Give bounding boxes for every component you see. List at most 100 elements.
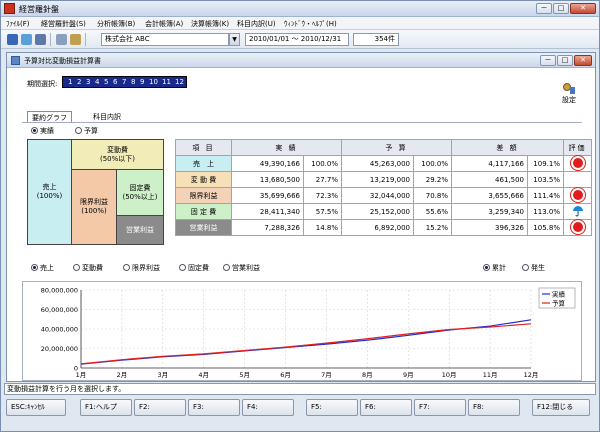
cell-eval: [563, 187, 592, 204]
diagram-operating-label: 営業利益: [126, 225, 154, 234]
cell-eval: [563, 155, 592, 172]
f3-button[interactable]: F3:: [188, 399, 240, 416]
period-month-1[interactable]: 1: [68, 77, 72, 88]
y-tick-label: 20,000,000: [41, 345, 78, 353]
f7-button[interactable]: F7:: [414, 399, 466, 416]
diagram-marginal-label: 限界利益: [80, 198, 108, 206]
table-row[interactable]: 限界利益 35,699,666 72.3% 32,044,000 70.8% 3…: [175, 187, 592, 204]
f5-button[interactable]: F5:: [306, 399, 358, 416]
cell-actual: 35,699,666: [231, 187, 304, 204]
menu-bar: ﾌｧｲﾙ(F) 経営羅針盤(S) 分析帳簿(B) 会計帳簿(A) 決算帳簿(K)…: [1, 17, 599, 30]
x-tick-label: 7月: [321, 371, 332, 379]
menu-kessan[interactable]: 決算帳簿(K): [191, 19, 229, 29]
period-month-10[interactable]: 10: [149, 77, 158, 88]
radio-series-operating[interactable]: 営業利益: [223, 263, 260, 273]
radio-series-marginal[interactable]: 限界利益: [123, 263, 160, 273]
legend-entry: 予算: [552, 299, 566, 308]
cell-eval: [563, 203, 592, 220]
radio-occurrence[interactable]: 発生: [522, 263, 545, 273]
radio-label: 営業利益: [232, 264, 260, 272]
menu-window-help[interactable]: ｳｨﾝﾄﾞｳ・ﾍﾙﾌﾟ(H): [284, 19, 337, 29]
period-month-9[interactable]: 9: [140, 77, 144, 88]
toolbar-divider: [85, 33, 86, 46]
radio-dot: [179, 264, 186, 271]
diagram-operating: 営業利益: [116, 215, 164, 245]
period-month-3[interactable]: 3: [86, 77, 90, 88]
cell-diff: 461,500: [451, 171, 528, 188]
chevron-down-icon[interactable]: ▼: [229, 33, 240, 46]
search-icon[interactable]: [70, 34, 81, 45]
child-maximize-button[interactable]: □: [557, 55, 573, 66]
f1-help-button[interactable]: F1:ヘルプ: [80, 399, 132, 416]
y-tick-label: 40,000,000: [41, 326, 78, 334]
main-window: 経営羅針盤 － □ ✕ ﾌｧｲﾙ(F) 経営羅針盤(S) 分析帳簿(B) 会計帳簿(…: [0, 0, 600, 432]
cell-actual-pct: 27.7%: [303, 171, 342, 188]
f6-button[interactable]: F6:: [360, 399, 412, 416]
child-title-bar: 予算対比変動損益計算書 － □ ✕: [7, 53, 595, 68]
mail-icon[interactable]: [35, 34, 46, 45]
period-selector[interactable]: 1 2 3 4 5 6 7 8 9 10 11 12: [62, 76, 187, 88]
tool-icon[interactable]: [56, 34, 67, 45]
radio-budget[interactable]: 予算: [75, 126, 98, 136]
radio-series-sales[interactable]: 売上: [31, 263, 54, 273]
period-month-11[interactable]: 11: [162, 77, 171, 88]
cell-budget: 25,152,000: [341, 203, 414, 220]
esc-cancel-button[interactable]: ESC:ｷｬﾝｾﾙ: [6, 399, 66, 416]
cell-budget: 13,219,000: [341, 171, 414, 188]
save-icon[interactable]: [7, 34, 18, 45]
header-budget: 予 算: [341, 139, 452, 156]
period-month-7[interactable]: 7: [122, 77, 126, 88]
period-month-8[interactable]: 8: [131, 77, 135, 88]
period-month-4[interactable]: 4: [95, 77, 99, 88]
period-month-5[interactable]: 5: [104, 77, 108, 88]
record-count: 354件: [353, 33, 399, 46]
x-tick-label: 6月: [280, 371, 291, 379]
child-minimize-button[interactable]: －: [540, 55, 556, 66]
radio-series-variable[interactable]: 変動費: [73, 263, 103, 273]
f4-button[interactable]: F4:: [242, 399, 294, 416]
period-month-6[interactable]: 6: [113, 77, 117, 88]
child-close-button[interactable]: ✕: [574, 55, 592, 66]
f8-button[interactable]: F8:: [468, 399, 520, 416]
f2-button[interactable]: F2:: [134, 399, 186, 416]
menu-file[interactable]: ﾌｧｲﾙ(F): [6, 19, 30, 29]
sun-icon: [572, 189, 583, 200]
diagram-sales: 売上 (100%): [27, 139, 72, 245]
radio-series-fixed[interactable]: 固定費: [179, 263, 209, 273]
company-select[interactable]: 株式会社 ABC: [101, 33, 229, 46]
menu-kamoku[interactable]: 科目内訳(U): [237, 19, 276, 29]
close-button[interactable]: ✕: [570, 3, 596, 14]
table-row[interactable]: 固 定 費 28,411,340 57.5% 25,152,000 55.6% …: [175, 203, 592, 220]
menu-keiei[interactable]: 経営羅針盤(S): [41, 19, 86, 29]
date-range-field[interactable]: 2010/01/01 ～ 2010/12/31: [245, 33, 349, 46]
maximize-button[interactable]: □: [553, 3, 569, 14]
radio-dot: [522, 264, 529, 271]
title-bar: 経営羅針盤 － □ ✕: [1, 1, 599, 17]
radio-label: 変動費: [82, 264, 103, 272]
radio-dot: [31, 264, 38, 271]
cell-diff-pct: 109.1%: [527, 155, 564, 172]
radio-budget-label: 予算: [84, 127, 98, 135]
cell-diff-pct: 103.5%: [527, 171, 564, 188]
print-icon[interactable]: [21, 34, 32, 45]
table-row[interactable]: 売 上 49,390,166 100.0% 45,263,000 100.0% …: [175, 155, 592, 172]
radio-label: 売上: [40, 264, 54, 272]
period-month-12[interactable]: 12: [175, 77, 184, 88]
radio-cumulative[interactable]: 累計: [483, 263, 506, 273]
radio-actual[interactable]: 実績: [31, 126, 54, 136]
table-row[interactable]: 変 動 費 13,680,500 27.7% 13,219,000 29.2% …: [175, 171, 592, 188]
row-item: 固 定 費: [175, 203, 232, 220]
table-row[interactable]: 営業利益 7,288,326 14.8% 6,892,000 15.2% 396…: [175, 219, 592, 236]
radio-dot: [123, 264, 130, 271]
diagram-marginal-pct: (100%): [81, 207, 107, 215]
umbrella-icon: [572, 205, 583, 216]
f12-close-button[interactable]: F12:閉じる: [532, 399, 590, 416]
menu-bunseki[interactable]: 分析帳簿(B): [97, 19, 135, 29]
app-logo-icon: [4, 3, 15, 14]
radio-dot: [483, 264, 490, 271]
period-month-2[interactable]: 2: [77, 77, 81, 88]
menu-kaikei[interactable]: 会計帳簿(A): [145, 19, 183, 29]
settings-button[interactable]: 設定: [559, 81, 579, 105]
x-tick-label: 3月: [157, 371, 168, 379]
minimize-button[interactable]: －: [536, 3, 552, 14]
